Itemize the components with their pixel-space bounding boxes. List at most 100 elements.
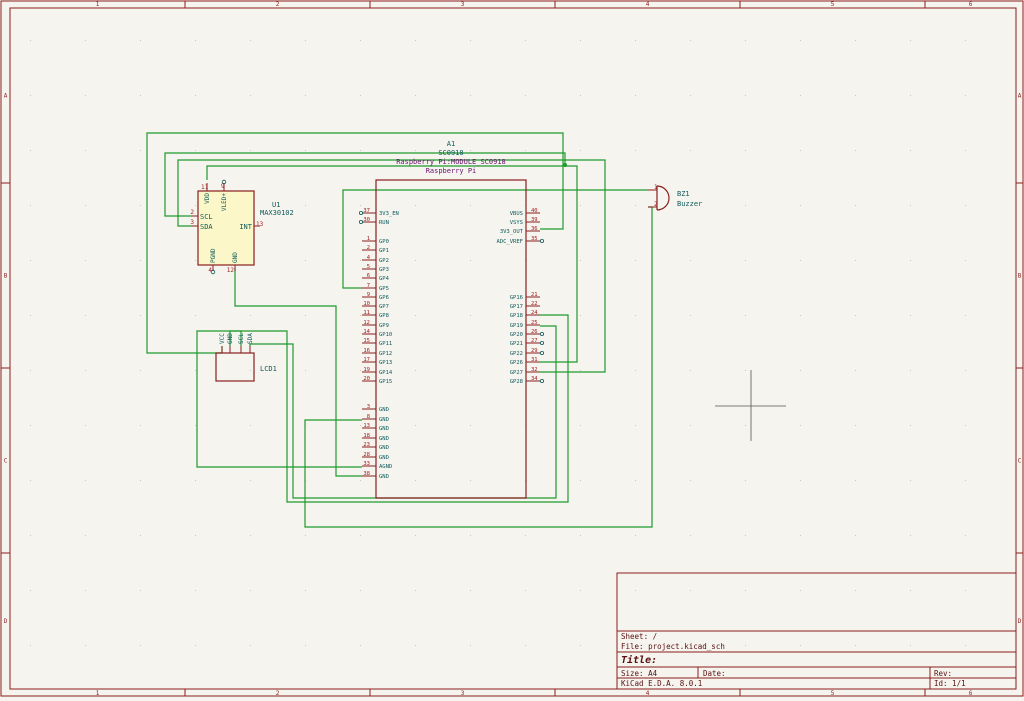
svg-text:GP14: GP14 — [379, 370, 393, 376]
svg-text:GP19: GP19 — [510, 323, 523, 329]
svg-text:2: 2 — [367, 245, 370, 251]
buzzer[interactable]: 1 2 — [648, 184, 670, 211]
border-col-label-bottom: 6 — [969, 690, 973, 697]
lcd-pin-scl: SCL — [238, 333, 245, 344]
svg-text:33: 33 — [363, 461, 370, 467]
u1-pin-sda-num: 3 — [190, 219, 194, 226]
raspberry-pi-pico[interactable]: 37 3V3_EN 30 RUN 1 GP0 2 GP14 GP2 5 GP3 6 GP4 7 GP5 9 GP… — [358, 179, 545, 499]
cursor-crosshair — [715, 370, 786, 441]
svg-text:37: 37 — [363, 208, 370, 214]
a1-pin-gp19-25[interactable]: 25 GP19 — [510, 320, 540, 329]
a1-pin-vsys-39[interactable]: 39 VSYS — [510, 217, 540, 226]
a1-pin-gp21-27[interactable]: 27 GP21 — [510, 338, 545, 347]
svg-text:32: 32 — [531, 367, 538, 373]
a1-pin-gp18-24[interactable]: 24 GP18 — [510, 310, 540, 319]
svg-text:24: 24 — [531, 310, 538, 316]
svg-text:8: 8 — [367, 414, 370, 420]
svg-text:22: 22 — [531, 301, 538, 307]
a1-pin-gp11-15[interactable]: 15 GP11 — [362, 338, 392, 347]
a1-pin-vbus-40[interactable]: 40 VBUS — [510, 208, 540, 217]
a1-pin-gp14-19[interactable]: 19 GP14 — [362, 367, 393, 376]
a1-pin-gp20-26[interactable]: 26 GP20 — [510, 329, 545, 338]
schematic-canvas[interactable]: 112233445566AABBCCDD 37 3V3_EN 30 RUN 1 GP0 2 G… — [0, 0, 1024, 697]
u1-pin-scl-name: SCL — [200, 213, 213, 221]
wire-bz2 — [304, 206, 653, 528]
svg-text:GP16: GP16 — [510, 295, 523, 301]
border-col-label-top: 3 — [461, 1, 465, 8]
border-row-label-right: D — [1018, 618, 1022, 625]
svg-text:1: 1 — [367, 236, 370, 242]
a1-pin-gp12-16[interactable]: 16 GP12 — [362, 348, 392, 357]
svg-text:40: 40 — [531, 208, 538, 214]
svg-text:GP13: GP13 — [379, 360, 392, 366]
svg-text:GP22: GP22 — [510, 351, 523, 357]
svg-text:ADC_VREF: ADC_VREF — [497, 239, 524, 245]
svg-text:26: 26 — [531, 329, 538, 335]
border-row-label-right: C — [1018, 458, 1022, 465]
svg-text:GND: GND — [379, 407, 389, 413]
svg-text:34: 34 — [531, 376, 538, 382]
a1-pin-gp13-17[interactable]: 17 GP13 — [362, 357, 392, 366]
title-block-title: Title: — [621, 654, 657, 666]
title-block-sheet: Sheet: / — [621, 632, 657, 641]
u1-value: MAX30102 — [260, 209, 294, 217]
border-col-label-top: 1 — [96, 1, 100, 8]
u1-ref: U1 — [272, 201, 280, 209]
svg-text:14: 14 — [363, 329, 370, 335]
a1-pin-3v3_out-36[interactable]: 36 3V3_OUT — [500, 226, 540, 235]
svg-text:15: 15 — [363, 338, 370, 344]
u1-pin-pgnd-name: PGND — [210, 248, 217, 263]
a1-pin-gp28-34[interactable]: 34 GP28 — [510, 376, 545, 385]
svg-text:36: 36 — [531, 226, 538, 232]
max30102-sensor[interactable]: 2 SCL 3 SDA 11 VDD 9 VLED+ 13 INT 4 PGND… — [190, 179, 264, 275]
schematic-sheet[interactable]: 112233445566A AB BC CD D 37 3V3_EN30 RUN1 GP02 G… — [0, 0, 1024, 697]
a1-footprint: Raspberry Pi:MODULE_SC0918 — [396, 158, 506, 166]
bz1-pin2-num: 2 — [654, 201, 658, 208]
a1-pin-gp10-14[interactable]: 14 GP10 — [362, 329, 392, 338]
u1-pin-scl-num: 2 — [190, 209, 194, 216]
title-block-rev: Rev: — [934, 669, 952, 678]
lcd-pin-gnd: GND — [227, 333, 234, 344]
a1-pin-gp16-21[interactable]: 21 GP16 — [510, 292, 540, 301]
u1-pin-vled-num: 9 — [221, 183, 225, 190]
border-col-label-top: 6 — [969, 1, 973, 8]
a1-pin-adc_vref-35[interactable]: 35 ADC_VREF — [497, 236, 545, 245]
svg-text:7: 7 — [367, 283, 370, 289]
bz1-value: Buzzer — [677, 200, 702, 208]
svg-text:31: 31 — [531, 357, 538, 363]
svg-text:21: 21 — [531, 292, 538, 298]
a1-pin-gp22-29[interactable]: 29 GP22 — [510, 348, 545, 357]
sheet-frame — [0, 0, 1024, 697]
svg-text:VSYS: VSYS — [510, 220, 523, 226]
title-block-tool: KiCad E.D.A. 8.0.1 — [621, 679, 702, 688]
u1-pin-int-name: INT — [239, 223, 252, 231]
svg-text:GP12: GP12 — [379, 351, 392, 357]
a1-pin-run-30[interactable]: 30 RUN — [358, 217, 389, 226]
a1-pin-gp27-32[interactable]: 32 GP27 — [510, 367, 540, 376]
border-col-label-bottom: 4 — [646, 690, 650, 697]
svg-text:11: 11 — [363, 310, 370, 316]
a1-pin-agnd-33[interactable]: 33 AGND — [362, 461, 392, 470]
a1-pin-gp15-20[interactable]: 20 GP15 — [362, 376, 392, 385]
border-row-label-right: B — [1018, 273, 1022, 280]
border-col-label-bottom: 1 — [96, 690, 100, 697]
junctions — [563, 163, 567, 167]
u1-pin-pgnd-num: 4 — [208, 267, 212, 274]
svg-text:GP18: GP18 — [510, 313, 523, 319]
a1-pin-gp26-31[interactable]: 31 GP26 — [510, 357, 540, 366]
bz1-ref: BZ1 — [677, 190, 690, 198]
border-col-label-bottom: 3 — [461, 690, 465, 697]
svg-text:18: 18 — [363, 433, 370, 439]
border-col-label-top: 5 — [831, 1, 835, 8]
lcd-display[interactable]: VCC GND SCL SDA — [215, 333, 255, 382]
svg-text:10: 10 — [363, 301, 370, 307]
a1-pin-3v3_en-37[interactable]: 37 3V3_EN — [358, 208, 399, 217]
border-row-label-left: C — [4, 458, 8, 465]
a1-pin-gp17-22[interactable]: 22 GP17 — [510, 301, 540, 310]
svg-text:3V3_EN: 3V3_EN — [379, 211, 399, 217]
border-col-label-top: 2 — [276, 1, 280, 8]
svg-text:20: 20 — [363, 376, 370, 382]
svg-text:3V3_OUT: 3V3_OUT — [500, 229, 524, 235]
svg-text:GP7: GP7 — [379, 304, 389, 310]
border-col-label-top: 4 — [646, 1, 650, 8]
